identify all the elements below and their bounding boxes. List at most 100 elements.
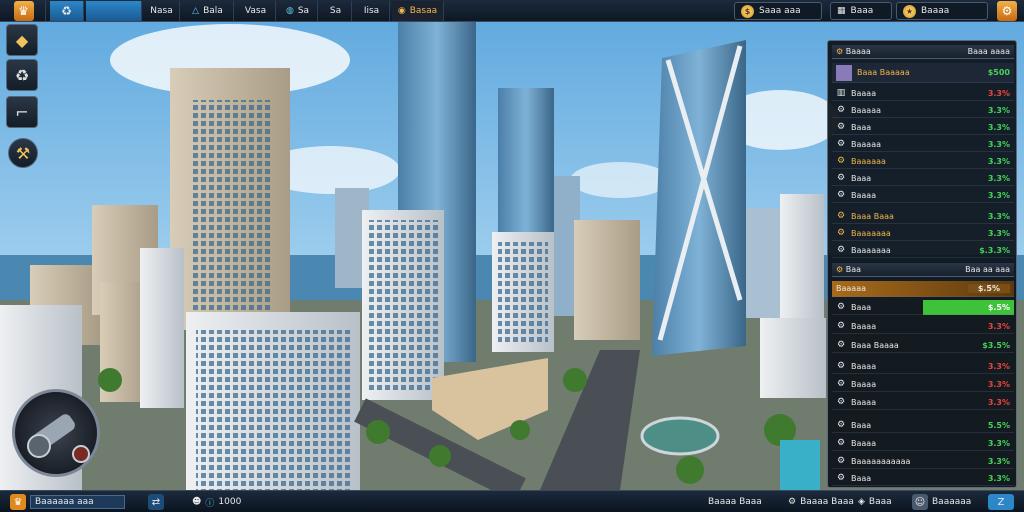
list-item[interactable]: ⚙ Baaaaaaa 3.3%: [832, 226, 1014, 241]
row-value: 3.3%: [987, 456, 1010, 466]
cube-icon: ◆: [15, 30, 29, 50]
gear-icon: ⚙: [836, 340, 846, 350]
rank-label: Baaaa: [921, 6, 950, 16]
build-tool-button[interactable]: ◆: [6, 24, 38, 56]
row-label: Baaaaaa: [851, 156, 886, 166]
coin-icon: $: [741, 4, 754, 18]
active-tab-button[interactable]: [86, 1, 142, 21]
gear-icon: ⚙: [997, 1, 1017, 21]
crown-icon: ♛: [13, 1, 34, 21]
swap-button[interactable]: ♻: [50, 1, 84, 21]
row-value: 3.3%: [987, 88, 1010, 98]
bars-icon: ▥: [836, 88, 846, 98]
camera-compass[interactable]: [12, 389, 100, 477]
gear-icon: ⚙: [836, 321, 846, 331]
gear-icon: ⚙: [788, 497, 797, 507]
population-display[interactable]: ☻ ⓘ 1000: [192, 494, 241, 510]
featured-value: $500: [987, 68, 1010, 77]
home-button[interactable]: ♛: [2, 1, 46, 21]
row-label: Baaaa: [851, 397, 877, 407]
date-display[interactable]: ▦ Baaa: [830, 2, 892, 20]
row-value: 3.3%: [987, 438, 1010, 448]
list-item[interactable]: ⚙ Baaaaaaa $.3.3%: [832, 243, 1014, 258]
row-label: Baaa: [851, 302, 872, 312]
tab-iisa[interactable]: Iisa: [354, 1, 390, 21]
recycle-icon: ♻: [14, 65, 30, 85]
tab-vasa[interactable]: Vasa: [236, 1, 276, 21]
gear-icon: ⚙: [836, 438, 846, 448]
money-label: Saaa aaa: [759, 6, 801, 16]
list-item[interactable]: ⚙ Baaa 3.3%: [832, 171, 1014, 186]
tab-basaa[interactable]: ◉ Basaa: [392, 1, 444, 21]
row-label: Baaaa: [851, 88, 877, 98]
featured-label: Baaa Baaaaa: [857, 68, 910, 77]
portrait-icon: ☺: [912, 494, 928, 510]
share-button[interactable]: ⇄: [148, 494, 164, 510]
list-item[interactable]: ⚙ Baaa Baaa 3.3%: [832, 209, 1014, 224]
mode-button[interactable]: ☺ Baaaaaa: [912, 494, 971, 510]
row-label: Baaaa: [851, 321, 877, 331]
sleep-icon: Z: [988, 494, 1014, 510]
list-item[interactable]: ⚙ Baaaa 3.3%: [832, 395, 1014, 410]
row-label: Baaaaaaa: [851, 228, 891, 238]
row-label: Baaaa: [851, 361, 877, 371]
gear-icon: ⚙: [836, 173, 846, 183]
featured-row[interactable]: Baaa Baaaaa $500: [832, 63, 1014, 83]
swap-icon: ⇄: [148, 494, 164, 510]
road-tool-button[interactable]: ⌐: [6, 96, 38, 128]
row-value: 3.3%: [987, 228, 1010, 238]
settings-button[interactable]: ⚙: [992, 1, 1022, 21]
list-item[interactable]: ⚙ Baaaaaa 3.3%: [832, 154, 1014, 169]
list-item[interactable]: ⚙ Baaaaa 3.3%: [832, 103, 1014, 118]
budget-row[interactable]: Baaaaa $.5%: [832, 281, 1014, 297]
date-label: Baaa: [850, 6, 874, 16]
list-item[interactable]: ⚙ Baaa 3.3%: [832, 471, 1014, 486]
list-item[interactable]: ⚙ Baaa Baaaa $3.5%: [832, 338, 1014, 353]
row-value: 3.3%: [987, 105, 1010, 115]
row-value: 3.3%: [987, 321, 1010, 331]
calendar-icon: ▦: [837, 6, 846, 16]
list-item[interactable]: ⚙ Baaaaaaaaaaa 3.3%: [832, 454, 1014, 469]
rank-display[interactable]: ★ Baaaa: [896, 2, 988, 20]
budget-section-header: ⚙ Baa Baa aa aaa: [832, 263, 1014, 277]
tab-label: Sa: [297, 6, 310, 16]
triangle-icon: △: [192, 6, 200, 16]
row-value: 3.3%: [987, 122, 1010, 132]
tab-sa-globe[interactable]: ◍ Sa: [278, 1, 318, 21]
info-icon: ⓘ: [205, 498, 215, 509]
row-label: Baaaa: [851, 379, 877, 389]
alerts-button[interactable]: ◈ Baaa: [858, 494, 892, 510]
list-item[interactable]: ⚙ Baaa $.5%: [832, 300, 1014, 315]
gear-icon: ⚙: [836, 211, 846, 221]
bulldoze-tool-button[interactable]: ⚒: [8, 138, 38, 168]
speed-control[interactable]: Baaaa Baaa: [708, 494, 762, 510]
row-label: Baaaaaaa: [851, 245, 891, 255]
row-label: Baaaaa: [851, 139, 881, 149]
tab-label: Nasa: [150, 6, 173, 16]
city-info[interactable]: ♛ Baaaaaa aaa: [10, 494, 125, 510]
list-item[interactable]: ⚙ Baaa 3.3%: [832, 120, 1014, 135]
list-item[interactable]: ⚙ Baaaa 3.3%: [832, 188, 1014, 203]
list-item[interactable]: ⚙ Baaaaa 3.3%: [832, 137, 1014, 152]
tab-label: Sa: [329, 6, 342, 16]
tab-label: Iisa: [363, 6, 380, 16]
sleep-button[interactable]: Z: [988, 494, 1014, 510]
list-item[interactable]: ⚙ Baaaa 3.3%: [832, 377, 1014, 392]
person-icon: ☻: [192, 497, 202, 507]
list-item[interactable]: ⚙ Baaaa 3.3%: [832, 319, 1014, 334]
gear-icon: ⚙: [836, 379, 846, 389]
stats-button[interactable]: ⚙ Baaaa Baaa: [788, 494, 854, 510]
budget-label: Baaaaa: [836, 284, 866, 293]
list-item[interactable]: ▥ Baaaa 3.3%: [832, 86, 1014, 101]
gear-icon: ⚙: [836, 302, 846, 312]
tab-sa[interactable]: Sa: [320, 1, 352, 21]
city-name: Baaaaaa aaa: [30, 495, 125, 509]
list-item[interactable]: ⚙ Baaaa 3.3%: [832, 436, 1014, 451]
gear-icon: ⚙: [836, 361, 846, 371]
tab-bala[interactable]: △ Bala: [182, 1, 234, 21]
tab-nasa[interactable]: Nasa: [144, 1, 180, 21]
money-display[interactable]: $ Saaa aaa: [734, 2, 822, 20]
list-item[interactable]: ⚙ Baaaa 3.3%: [832, 359, 1014, 374]
list-item[interactable]: ⚙ Baaa 5.5%: [832, 418, 1014, 433]
zone-tool-button[interactable]: ♻: [6, 59, 38, 91]
